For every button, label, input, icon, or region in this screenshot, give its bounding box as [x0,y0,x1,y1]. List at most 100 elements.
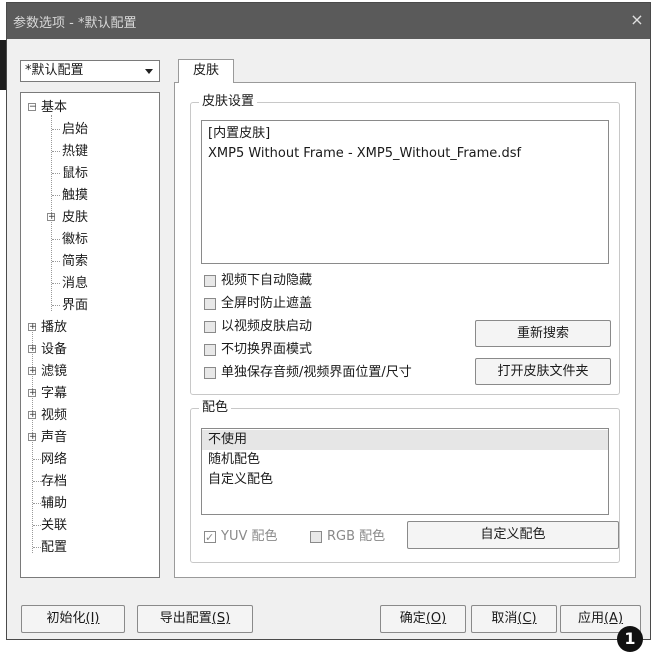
tree-item-label: 视频 [41,408,68,423]
tree-item-filters[interactable]: + 滤镜 [21,362,159,381]
tree-item-touch[interactable]: 触摸 [21,186,159,205]
tree-item-label: 皮肤 [62,210,89,225]
tree-item-label: 启始 [62,122,89,137]
tree-item-mouse[interactable]: 鼠标 [21,164,159,183]
tree-item-label: 基本 [41,100,68,115]
button-label: 确定 [399,611,426,626]
tab-skin[interactable]: 皮肤 [178,59,234,83]
collapse-icon[interactable]: − [28,103,37,112]
button-label: 取消 [491,611,518,626]
preferences-dialog: 参数选项 - *默认配置 × *默认配置 − 基本 启始 热键 鼠标 触摸 + … [6,2,651,640]
tree-item-label: 滤镜 [41,364,68,379]
expand-icon[interactable]: + [28,367,37,376]
checkbox[interactable] [310,531,322,543]
tree-item-label: 热键 [62,144,89,159]
annotation-number-badge: 1 [617,626,643,652]
initialize-button[interactable]: 初始化(I) [21,605,125,633]
cancel-button[interactable]: 取消(C) [471,605,557,633]
button-label: 初始化 [46,611,86,626]
tree-item-search[interactable]: 简索 [21,252,159,271]
checkbox[interactable] [204,367,216,379]
checkbox-label: YUV 配色 [221,529,278,544]
checkbox-label: RGB 配色 [327,529,386,544]
tree-item-assist[interactable]: 辅助 [21,494,159,513]
tree-item-messages[interactable]: 消息 [21,274,159,293]
checkbox[interactable] [204,298,216,310]
checkbox[interactable] [204,344,216,356]
tree-item-basic[interactable]: − 基本 [21,98,159,117]
expand-icon[interactable]: + [28,323,37,332]
skin-tab-panel: 皮肤设置 [内置皮肤] XMP5 Without Frame - XMP5_Wi… [174,82,636,578]
window-title: 参数选项 - *默认配置 [13,16,137,31]
export-config-button[interactable]: 导出配置(S) [137,605,253,633]
checkbox-label: 全屏时防止遮盖 [221,296,313,311]
group-title: 配色 [199,399,232,417]
profile-select[interactable]: *默认配置 [20,60,160,82]
color-scheme-group: 配色 不使用 随机配色 自定义配色 YUV 配色 RGB 配色 自定义配色 [190,399,620,563]
tree-item-label: 界面 [62,298,89,313]
tree-item-label: 配置 [41,540,68,555]
checkbox[interactable] [204,275,216,287]
custom-color-button[interactable]: 自定义配色 [407,521,619,549]
expand-icon[interactable]: + [47,213,56,222]
tree-item-skin[interactable]: + 皮肤 [21,208,159,227]
skin-settings-group: 皮肤设置 [内置皮肤] XMP5 Without Frame - XMP5_Wi… [190,93,620,395]
list-item[interactable]: [内置皮肤] [202,124,608,144]
hotkey-label: (I) [85,611,100,626]
checkbox-label: 视频下自动隐藏 [221,273,313,288]
chevron-down-icon[interactable] [145,69,153,74]
expand-icon[interactable]: + [28,345,37,354]
expand-icon[interactable]: + [28,411,37,420]
tree-item-label: 关联 [41,518,68,533]
tree-item-label: 字幕 [41,386,68,401]
checkbox-label: 单独保存音频/视频界面位置/尺寸 [221,365,412,380]
button-label: 应用 [577,611,604,626]
tree-item-interface[interactable]: 界面 [21,296,159,315]
tree-item-label: 触摸 [62,188,89,203]
tree-item-label: 辅助 [41,496,68,511]
tree-item-playback[interactable]: + 播放 [21,318,159,337]
color-scheme-list[interactable]: 不使用 随机配色 自定义配色 [201,428,609,515]
tree-item-startup[interactable]: 启始 [21,120,159,139]
tree-item-label: 设备 [41,342,68,357]
open-skin-folder-button[interactable]: 打开皮肤文件夹 [475,358,611,385]
tree-item-label: 播放 [41,320,68,335]
checkbox[interactable] [204,321,216,333]
tree-item-label: 消息 [62,276,89,291]
tree-item-profiles[interactable]: 配置 [21,538,159,557]
group-title: 皮肤设置 [199,93,258,111]
expand-icon[interactable]: + [28,433,37,442]
tree-item-video[interactable]: + 视频 [21,406,159,425]
tree-item-audio[interactable]: + 声音 [21,428,159,447]
tree-item-label: 简索 [62,254,89,269]
title-bar[interactable]: 参数选项 - *默认配置 × [7,3,650,39]
list-item[interactable]: 随机配色 [202,450,608,470]
tree-item-subtitles[interactable]: + 字幕 [21,384,159,403]
close-icon[interactable]: × [626,9,648,31]
tree-item-label: 鼠标 [62,166,89,181]
profile-select-value: *默认配置 [25,63,84,78]
ok-button[interactable]: 确定(O) [380,605,466,633]
settings-tree[interactable]: − 基本 启始 热键 鼠标 触摸 + 皮肤 徽标 简索 消息 界面 + 播放 +… [20,92,160,578]
hotkey-label: (A) [603,611,624,626]
hotkey-label: (C) [517,611,537,626]
tree-item-devices[interactable]: + 设备 [21,340,159,359]
tree-item-hotkeys[interactable]: 热键 [21,142,159,161]
checkbox-label: 以视频皮肤启动 [221,319,313,334]
tree-item-label: 存档 [41,474,68,489]
button-label: 导出配置 [159,611,212,626]
list-item[interactable]: XMP5 Without Frame - XMP5_Without_Frame.… [202,144,608,164]
tree-item-label: 声音 [41,430,68,445]
rescan-button[interactable]: 重新搜索 [475,320,611,347]
tree-item-network[interactable]: 网络 [21,450,159,469]
list-item[interactable]: 不使用 [202,430,608,450]
tree-item-logo[interactable]: 徽标 [21,230,159,249]
tree-item-associations[interactable]: 关联 [21,516,159,535]
tree-item-archive[interactable]: 存档 [21,472,159,491]
skin-list[interactable]: [内置皮肤] XMP5 Without Frame - XMP5_Without… [201,120,609,264]
list-item[interactable]: 自定义配色 [202,470,608,490]
tree-item-label: 徽标 [62,232,89,247]
checkbox[interactable] [204,528,216,548]
hotkey-label: (S) [211,611,231,626]
expand-icon[interactable]: + [28,389,37,398]
